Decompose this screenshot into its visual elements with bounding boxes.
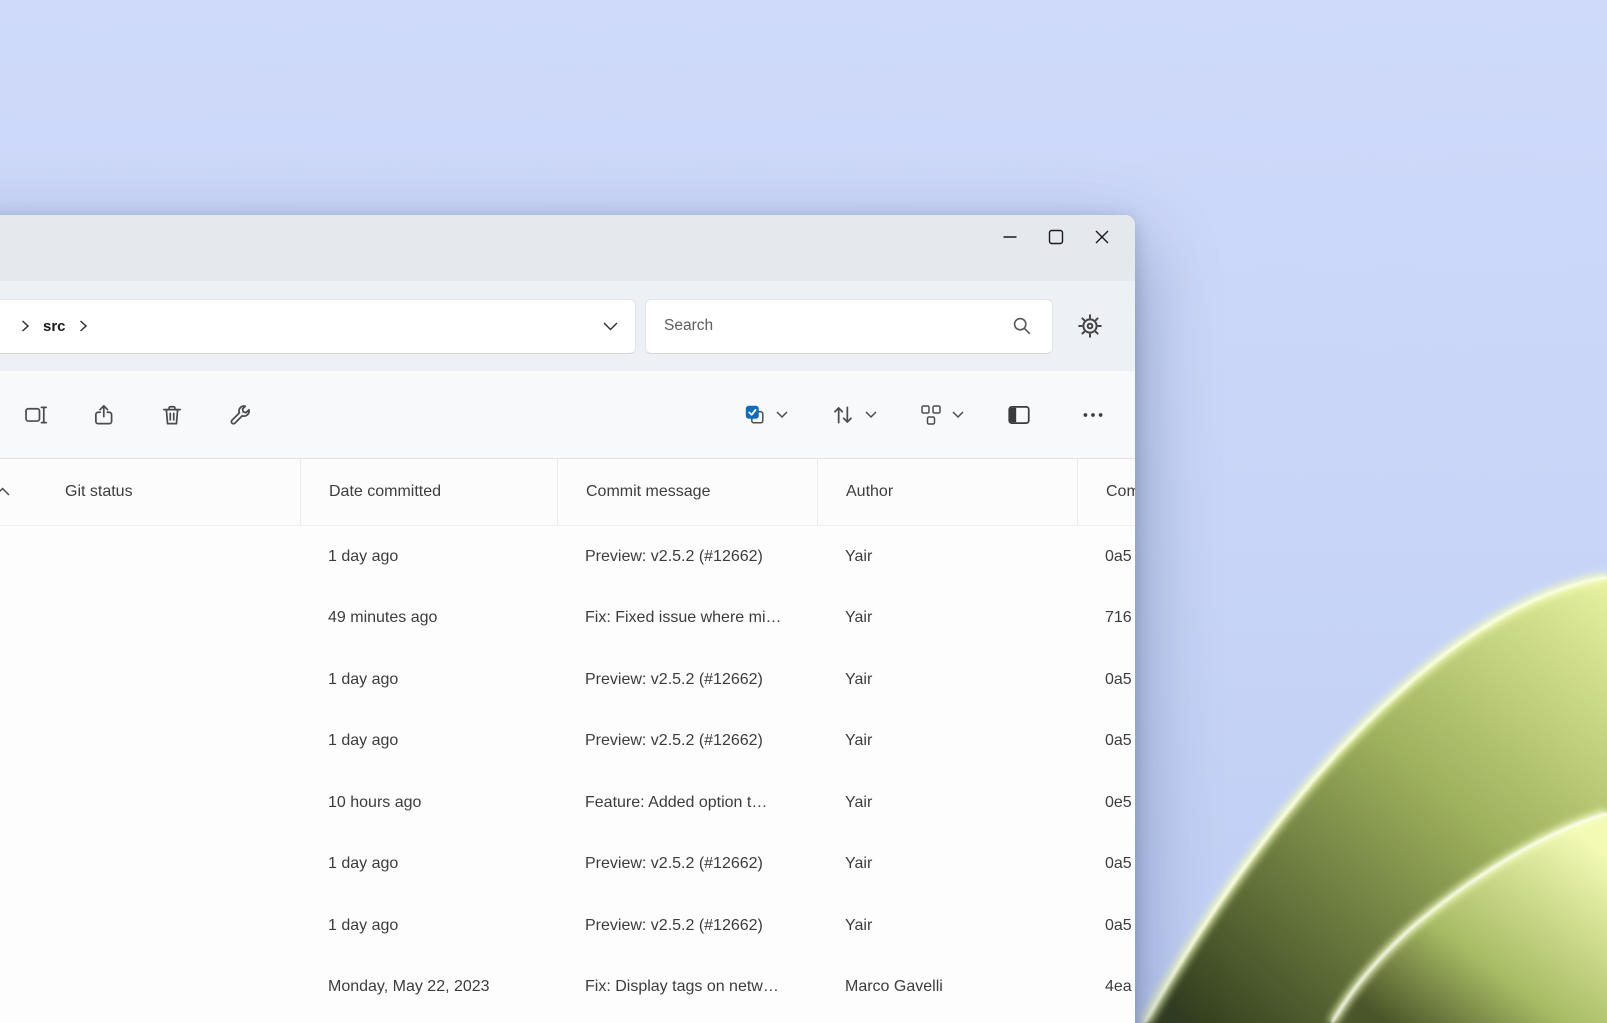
delete-icon	[159, 402, 185, 428]
search-icon	[1010, 314, 1034, 338]
cell-commit-message: Preview: v2.5.2 (#12662)	[557, 548, 817, 566]
minimize-button[interactable]	[987, 217, 1033, 257]
cell-commit-message: Fix: Fixed issue where mi…	[557, 609, 817, 627]
toolbar-left-group	[12, 391, 264, 439]
cell-commit-message: Fix: Display tags on netw…	[557, 978, 817, 996]
cell-date-committed: 1 day ago	[300, 917, 557, 935]
column-header-date-committed[interactable]: Date committed	[300, 459, 557, 525]
maximize-icon	[1044, 225, 1068, 249]
chevron-down-icon	[775, 410, 789, 419]
layout-dropdown-button[interactable]	[907, 391, 977, 439]
search-input[interactable]: Search	[645, 299, 1053, 354]
file-row[interactable]: 1 day ago Preview: v2.5.2 (#12662) Yair …	[0, 649, 1135, 711]
table-header: Git status Date committed Commit message…	[0, 458, 1135, 526]
sort-dropdown-button[interactable]	[819, 391, 889, 439]
window-titlebar[interactable]	[0, 215, 1135, 281]
chevron-down-icon	[864, 410, 878, 419]
file-row[interactable]: 1 day ago Preview: v2.5.2 (#12662) Yair …	[0, 895, 1135, 957]
select-checkbox-icon	[743, 403, 767, 427]
cell-author: Yair	[817, 917, 1077, 935]
file-row[interactable]: 1 day ago Preview: v2.5.2 (#12662) Yair …	[0, 526, 1135, 588]
address-dropdown-button[interactable]	[602, 321, 619, 332]
cell-commit: 0e5	[1077, 794, 1135, 812]
cell-author: Marco Gavelli	[817, 978, 1077, 996]
cell-author: Yair	[817, 794, 1077, 812]
cell-author: Yair	[817, 732, 1077, 750]
cell-date-committed: 49 minutes ago	[300, 609, 557, 627]
command-bar: src Search	[0, 281, 1135, 371]
cell-author: Yair	[817, 855, 1077, 873]
cell-commit: 0a5	[1077, 855, 1135, 873]
cell-date-committed: Monday, May 22, 2023	[300, 978, 557, 996]
wallpaper-bloom	[1127, 563, 1607, 1023]
cell-date-committed: 1 day ago	[300, 671, 557, 689]
cell-commit: 0a5	[1077, 548, 1135, 566]
column-header-author[interactable]: Author	[817, 459, 1077, 525]
cell-commit-message: Preview: v2.5.2 (#12662)	[557, 732, 817, 750]
cell-commit-message: Preview: v2.5.2 (#12662)	[557, 917, 817, 935]
settings-gear-icon	[1077, 313, 1103, 339]
rename-icon	[23, 402, 49, 428]
chevron-right-icon[interactable]	[11, 320, 40, 332]
preview-pane-button[interactable]	[995, 391, 1043, 439]
address-bar[interactable]: src	[0, 299, 636, 354]
column-header-label: Git status	[65, 483, 133, 501]
column-header-git-status[interactable]: Git status	[0, 459, 300, 525]
toolbar	[0, 371, 1135, 458]
file-row[interactable]: 10 hours ago Feature: Added option t… Ya…	[0, 772, 1135, 834]
maximize-button[interactable]	[1033, 217, 1079, 257]
settings-button[interactable]	[1066, 302, 1114, 350]
sort-icon	[830, 402, 856, 428]
file-list: 1 day ago Preview: v2.5.2 (#12662) Yair …	[0, 526, 1135, 1023]
cell-date-committed: 1 day ago	[300, 855, 557, 873]
chevron-up-icon[interactable]	[0, 487, 11, 497]
chevron-right-icon[interactable]	[69, 320, 98, 332]
cell-author: Yair	[817, 548, 1077, 566]
cell-commit: 0a5	[1077, 732, 1135, 750]
cell-commit-message: Preview: v2.5.2 (#12662)	[557, 855, 817, 873]
cell-commit: 4ea	[1077, 978, 1135, 996]
cell-commit: 0a5	[1077, 671, 1135, 689]
file-row[interactable]: 49 minutes ago Fix: Fixed issue where mi…	[0, 588, 1135, 650]
close-button[interactable]	[1079, 217, 1125, 257]
cell-date-committed: 1 day ago	[300, 548, 557, 566]
properties-button[interactable]	[216, 391, 264, 439]
cell-author: Yair	[817, 671, 1077, 689]
chevron-down-icon	[951, 410, 965, 419]
search-placeholder: Search	[664, 317, 713, 335]
cell-commit-message: Preview: v2.5.2 (#12662)	[557, 671, 817, 689]
file-row[interactable]: 1 day ago Preview: v2.5.2 (#12662) Yair …	[0, 834, 1135, 896]
file-row[interactable]: 1 day ago Preview: v2.5.2 (#12662) Yair …	[0, 711, 1135, 773]
chevron-down-icon	[602, 321, 619, 332]
properties-icon	[227, 402, 253, 428]
file-row[interactable]: Monday, May 22, 2023 Fix: Display tags o…	[0, 957, 1135, 1019]
share-button[interactable]	[80, 391, 128, 439]
caption-buttons	[987, 217, 1125, 257]
cell-date-committed: 10 hours ago	[300, 794, 557, 812]
layout-icon	[919, 403, 943, 427]
delete-button[interactable]	[148, 391, 196, 439]
preview-pane-icon	[1006, 402, 1032, 428]
close-icon	[1090, 225, 1114, 249]
cell-author: Yair	[817, 609, 1077, 627]
select-dropdown-button[interactable]	[731, 391, 801, 439]
column-header-commit[interactable]: Commit	[1077, 459, 1135, 525]
column-header-commit-message[interactable]: Commit message	[557, 459, 817, 525]
cell-commit: 716	[1077, 609, 1135, 627]
toolbar-right-group	[731, 391, 1117, 439]
more-icon	[1080, 402, 1106, 428]
breadcrumb-segment[interactable]: src	[40, 318, 69, 335]
more-options-button[interactable]	[1069, 391, 1117, 439]
cell-commit: 0a5	[1077, 917, 1135, 935]
cell-date-committed: 1 day ago	[300, 732, 557, 750]
rename-button[interactable]	[12, 391, 60, 439]
cell-commit-message: Feature: Added option t…	[557, 794, 817, 812]
share-icon	[91, 402, 117, 428]
file-manager-window: src Search	[0, 215, 1135, 1023]
minimize-icon	[998, 225, 1022, 249]
